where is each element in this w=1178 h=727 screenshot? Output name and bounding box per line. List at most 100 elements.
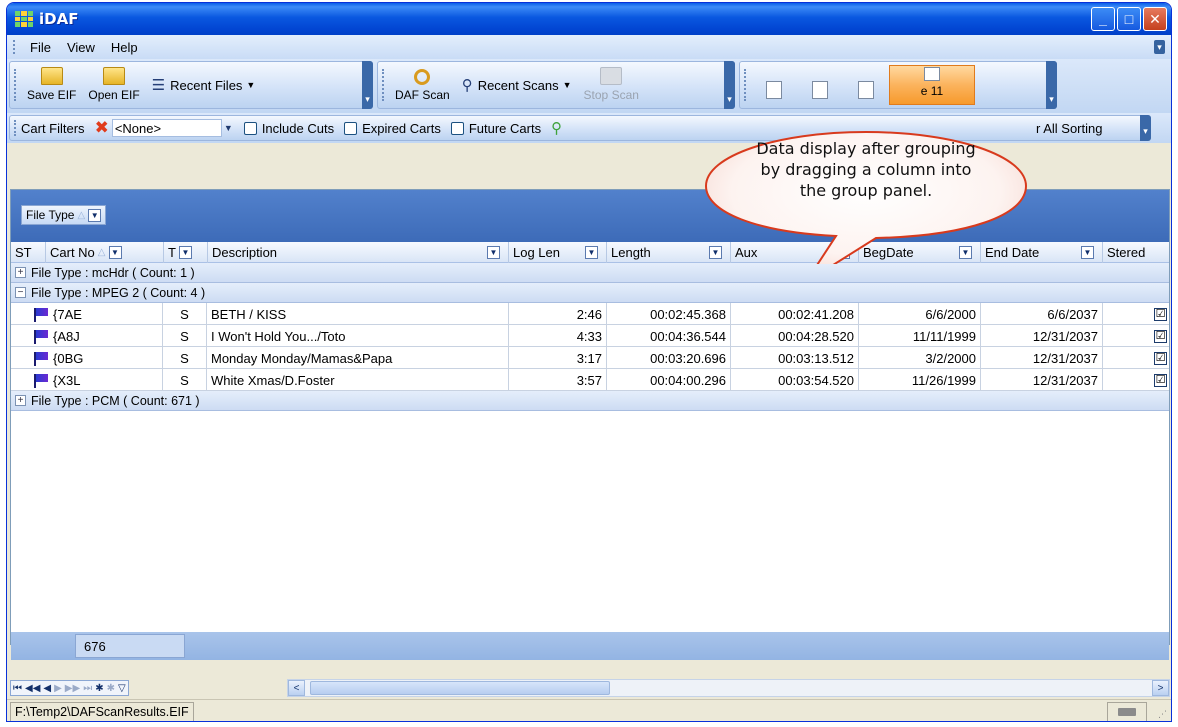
future-carts-checkbox[interactable]: Future Carts bbox=[450, 120, 542, 136]
clear-filter-icon[interactable]: ✖ bbox=[95, 118, 109, 138]
column-header-st[interactable]: ST bbox=[11, 242, 46, 263]
save-eif-button[interactable]: Save EIF bbox=[21, 62, 82, 108]
toolbar-grip[interactable] bbox=[14, 119, 17, 137]
future-carts-label: Future Carts bbox=[468, 120, 542, 136]
group-label: File Type : PCM ( Count: 671 ) bbox=[31, 393, 200, 408]
cart-no-cell: {0BG bbox=[29, 347, 163, 369]
stereo-checkbox[interactable]: ☑ bbox=[1154, 329, 1167, 343]
toolbar-overflow-icon[interactable]: ▾ bbox=[724, 61, 735, 109]
prev-record-icon[interactable]: ◀ bbox=[43, 683, 51, 694]
recent-files-button[interactable]: ☰ Recent Files ▼ bbox=[146, 62, 262, 108]
end-date-cell: 12/31/2037 bbox=[981, 369, 1103, 391]
collapse-icon[interactable]: − bbox=[15, 287, 26, 298]
group-chip-file-type[interactable]: File Type △ ▼ bbox=[21, 205, 107, 225]
chevron-down-icon[interactable]: ▼ bbox=[585, 246, 598, 259]
horizontal-scrollbar[interactable]: < > bbox=[287, 679, 1170, 697]
expand-icon[interactable]: + bbox=[15, 395, 26, 406]
first-record-icon[interactable]: ⏮ bbox=[13, 683, 22, 694]
append-record-icon[interactable]: ✱ bbox=[107, 683, 115, 694]
toolbar-grip[interactable] bbox=[744, 68, 747, 102]
filter-funnel-icon[interactable]: ⚲ bbox=[551, 119, 562, 137]
chevron-down-icon: ▼ bbox=[223, 123, 233, 133]
table-row[interactable]: {7AE S BETH / KISS 2:46 00:02:45.368 00:… bbox=[11, 303, 1169, 325]
stereo-cell: ☑ bbox=[1103, 347, 1171, 369]
open-eif-button[interactable]: Open EIF bbox=[82, 62, 145, 108]
toolbar-overflow-icon[interactable]: ▾ bbox=[1140, 115, 1151, 141]
clear-all-sorting-button[interactable]: r All Sorting bbox=[1036, 121, 1102, 136]
chevron-down-icon[interactable]: ▼ bbox=[88, 208, 102, 222]
stereo-checkbox[interactable]: ☑ bbox=[1154, 307, 1167, 321]
list-icon: ☰ bbox=[151, 77, 166, 94]
insert-record-icon[interactable]: ✱ bbox=[95, 683, 103, 694]
toolbar-overflow-icon[interactable]: ▾ bbox=[1046, 61, 1057, 109]
group-row-mpeg2[interactable]: − File Type : MPEG 2 ( Count: 4 ) bbox=[11, 283, 1169, 303]
end-date-cell: 12/31/2037 bbox=[981, 347, 1103, 369]
cart-no-cell: {7AE bbox=[29, 303, 163, 325]
cart-no-value: {A8J bbox=[53, 328, 80, 344]
cart-filter-select[interactable]: <None> ▼ bbox=[111, 119, 233, 137]
edit-doc-icon bbox=[766, 81, 782, 99]
group-row-mchdr[interactable]: + File Type : mcHdr ( Count: 1 ) bbox=[11, 263, 1169, 283]
edit-button-2[interactable] bbox=[797, 62, 843, 108]
resize-grip-icon[interactable]: ⋰ bbox=[1158, 709, 1167, 720]
minimize-button[interactable]: _ bbox=[1091, 7, 1115, 31]
expired-carts-checkbox[interactable]: Expired Carts bbox=[344, 121, 441, 136]
column-header-cart-no[interactable]: Cart No △ ▼ bbox=[46, 242, 164, 263]
chevron-down-icon[interactable]: ▼ bbox=[178, 246, 192, 259]
stop-scan-button[interactable]: Stop Scan bbox=[578, 62, 645, 108]
daf-scan-button[interactable]: DAF Scan bbox=[389, 62, 456, 108]
expired-carts-label: Expired Carts bbox=[362, 120, 441, 136]
edit-button-1[interactable] bbox=[751, 62, 797, 108]
toolbar-grip[interactable] bbox=[14, 68, 17, 102]
next-page-icon[interactable]: ▶▶ bbox=[65, 683, 80, 694]
column-header-label: Length bbox=[611, 245, 651, 260]
open-eif-label: Open EIF bbox=[88, 88, 140, 102]
description-cell: I Won't Hold You.../Toto bbox=[207, 325, 509, 347]
stereo-checkbox[interactable]: ☑ bbox=[1154, 373, 1167, 387]
column-header-t[interactable]: T ▼ bbox=[164, 242, 208, 263]
last-record-icon[interactable]: ⏭ bbox=[83, 683, 92, 694]
title-bar[interactable]: iDAF _ □ ✕ bbox=[7, 3, 1171, 35]
toolbar-overflow-icon[interactable]: ▾ bbox=[362, 61, 373, 109]
flag-icon bbox=[33, 373, 49, 388]
include-cuts-checkbox[interactable]: Include Cuts bbox=[243, 120, 335, 136]
edit-button-3[interactable] bbox=[843, 62, 889, 108]
menu-help[interactable]: Help bbox=[103, 40, 146, 55]
table-row[interactable]: {A8J S I Won't Hold You.../Toto 4:33 00:… bbox=[11, 325, 1169, 347]
menu-view[interactable]: View bbox=[59, 40, 103, 55]
menu-file[interactable]: File bbox=[22, 40, 59, 55]
maximize-button[interactable]: □ bbox=[1117, 7, 1141, 31]
close-button[interactable]: ✕ bbox=[1143, 7, 1167, 31]
log-len-cell: 4:33 bbox=[509, 325, 607, 347]
group-row-pcm[interactable]: + File Type : PCM ( Count: 671 ) bbox=[11, 391, 1169, 411]
filter-icon[interactable]: ▽ bbox=[118, 683, 126, 694]
scroll-thumb[interactable] bbox=[310, 681, 610, 695]
end-date-cell: 12/31/2037 bbox=[981, 325, 1103, 347]
beg-date-cell: 6/6/2000 bbox=[859, 303, 981, 325]
active-toolbar-button[interactable]: e 11 bbox=[889, 65, 975, 105]
prev-page-icon[interactable]: ◀◀ bbox=[25, 683, 40, 694]
scan-toolbar: DAF Scan ⚲ Recent Scans ▼ Stop Scan ▾ bbox=[377, 61, 735, 109]
menu-overflow-icon[interactable]: ▾ bbox=[1154, 40, 1165, 54]
chevron-down-icon[interactable]: ▼ bbox=[1081, 246, 1094, 259]
include-cuts-label: Include Cuts bbox=[261, 120, 335, 136]
table-row[interactable]: {0BG S Monday Monday/Mamas&Papa 3:17 00:… bbox=[11, 347, 1169, 369]
beg-date-cell: 11/11/1999 bbox=[859, 325, 981, 347]
column-header-label: Log Len bbox=[513, 245, 560, 260]
type-cell: S bbox=[163, 325, 207, 347]
expand-icon[interactable]: + bbox=[15, 267, 26, 278]
stereo-checkbox[interactable]: ☑ bbox=[1154, 351, 1167, 365]
chevron-down-icon[interactable]: ▼ bbox=[487, 246, 500, 259]
scroll-right-icon[interactable]: > bbox=[1152, 680, 1169, 696]
toolbar-grip[interactable] bbox=[382, 68, 385, 102]
next-record-icon[interactable]: ▶ bbox=[54, 683, 62, 694]
recent-scans-button[interactable]: ⚲ Recent Scans ▼ bbox=[456, 62, 578, 108]
app-icon bbox=[15, 11, 33, 27]
table-row[interactable]: {X3L S White Xmas/D.Foster 3:57 00:04:00… bbox=[11, 369, 1169, 391]
scroll-left-icon[interactable]: < bbox=[288, 680, 305, 696]
column-header-stereo[interactable]: Stered bbox=[1103, 242, 1171, 263]
chevron-down-icon[interactable]: ▼ bbox=[108, 246, 122, 259]
column-header-log-len[interactable]: Log Len ▼ bbox=[509, 242, 607, 263]
menu-grip[interactable] bbox=[13, 40, 16, 54]
column-header-description[interactable]: Description ▼ bbox=[208, 242, 509, 263]
